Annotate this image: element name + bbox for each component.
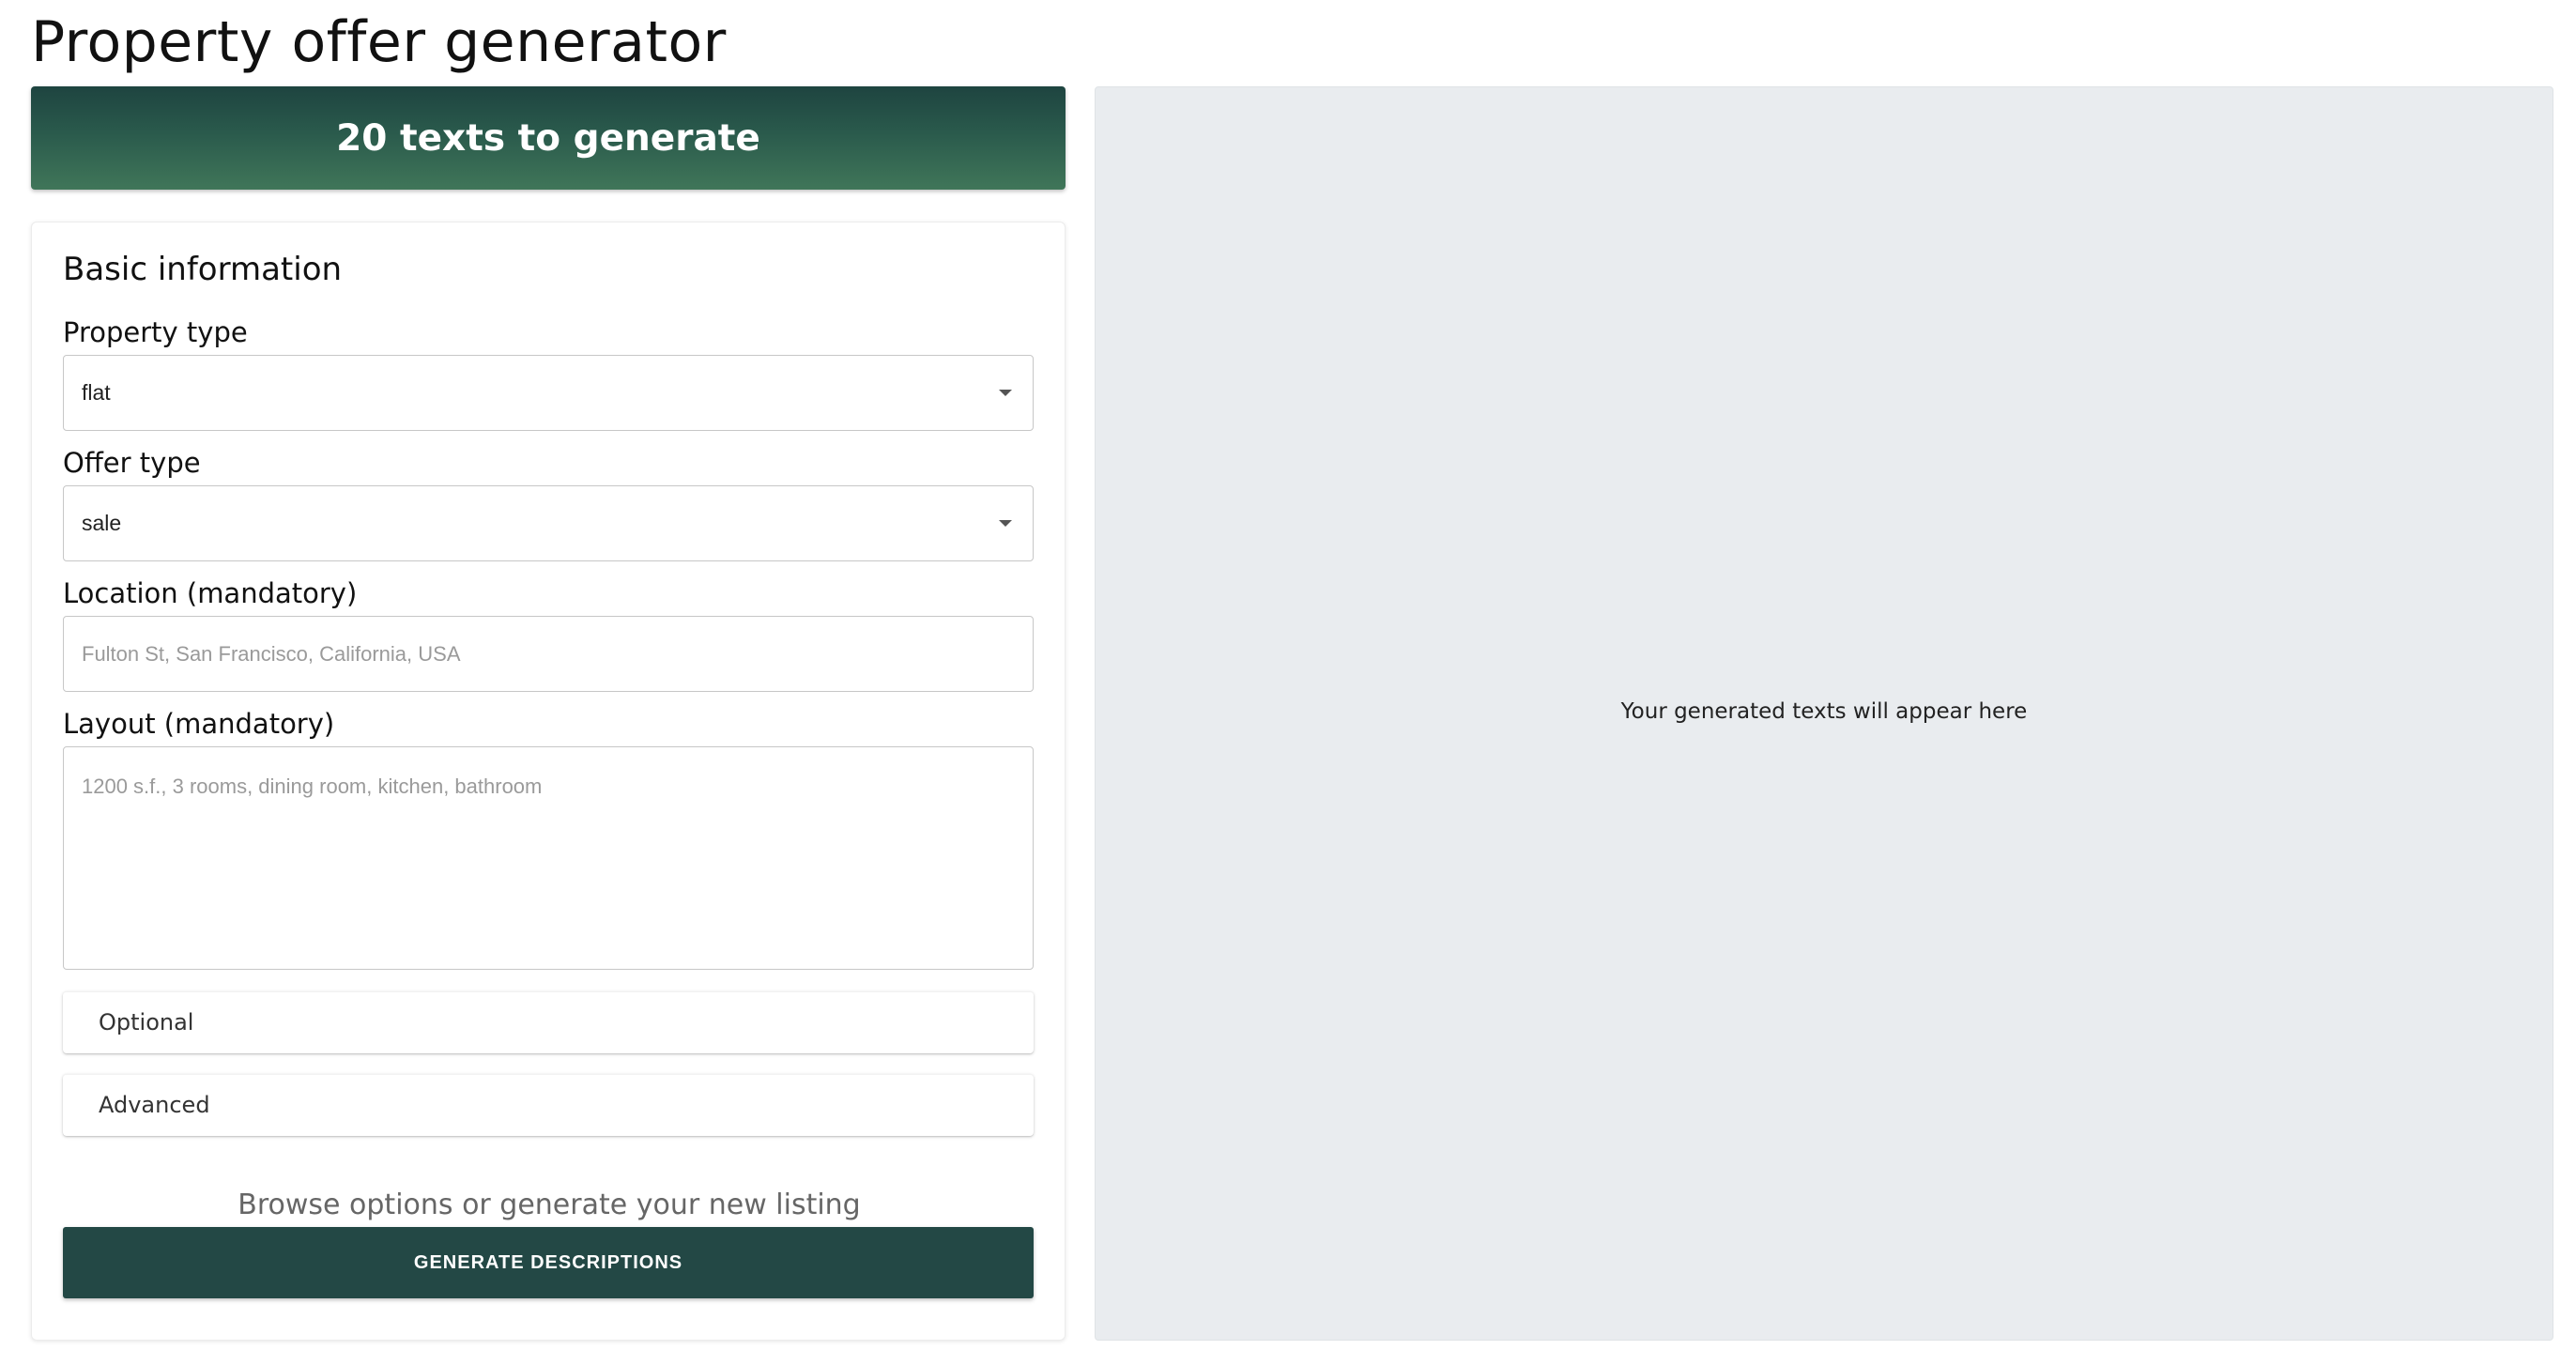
offer-type-value: sale [82, 511, 122, 535]
layout-label: Layout (mandatory) [63, 708, 335, 740]
location-label: Location (mandatory) [63, 577, 358, 609]
advanced-accordion[interactable]: Advanced [63, 1074, 1034, 1136]
layout-textarea[interactable]: 1200 s.f., 3 rooms, dining room, kitchen… [63, 746, 1034, 970]
property-type-value: flat [82, 380, 111, 405]
chevron-down-icon [999, 520, 1012, 527]
output-panel: Your generated texts will appear here [1095, 86, 2553, 1341]
layout-placeholder: 1200 s.f., 3 rooms, dining room, kitchen… [82, 775, 543, 798]
generate-hint: Browse options or generate your new list… [238, 1189, 861, 1221]
location-input[interactable]: Fulton St, San Francisco, California, US… [63, 616, 1034, 692]
credits-banner: 20 texts to generate [31, 86, 1066, 190]
offer-type-select[interactable]: sale [63, 485, 1034, 561]
chevron-down-icon [999, 390, 1012, 396]
output-placeholder: Your generated texts will appear here [1620, 699, 2028, 724]
generate-descriptions-button[interactable]: GENERATE DESCRIPTIONS [63, 1227, 1034, 1298]
advanced-accordion-label: Advanced [99, 1092, 210, 1118]
credits-banner-text: 20 texts to generate [336, 116, 760, 160]
offer-type-label: Offer type [63, 447, 201, 479]
section-title: Basic information [63, 251, 343, 288]
page-title: Property offer generator [31, 9, 727, 75]
optional-accordion-label: Optional [99, 1009, 194, 1035]
property-type-label: Property type [63, 316, 248, 348]
property-type-select[interactable]: flat [63, 355, 1034, 431]
form-card: Basic information Property type flat Off… [31, 222, 1066, 1341]
location-placeholder: Fulton St, San Francisco, California, US… [82, 642, 461, 666]
optional-accordion[interactable]: Optional [63, 991, 1034, 1053]
